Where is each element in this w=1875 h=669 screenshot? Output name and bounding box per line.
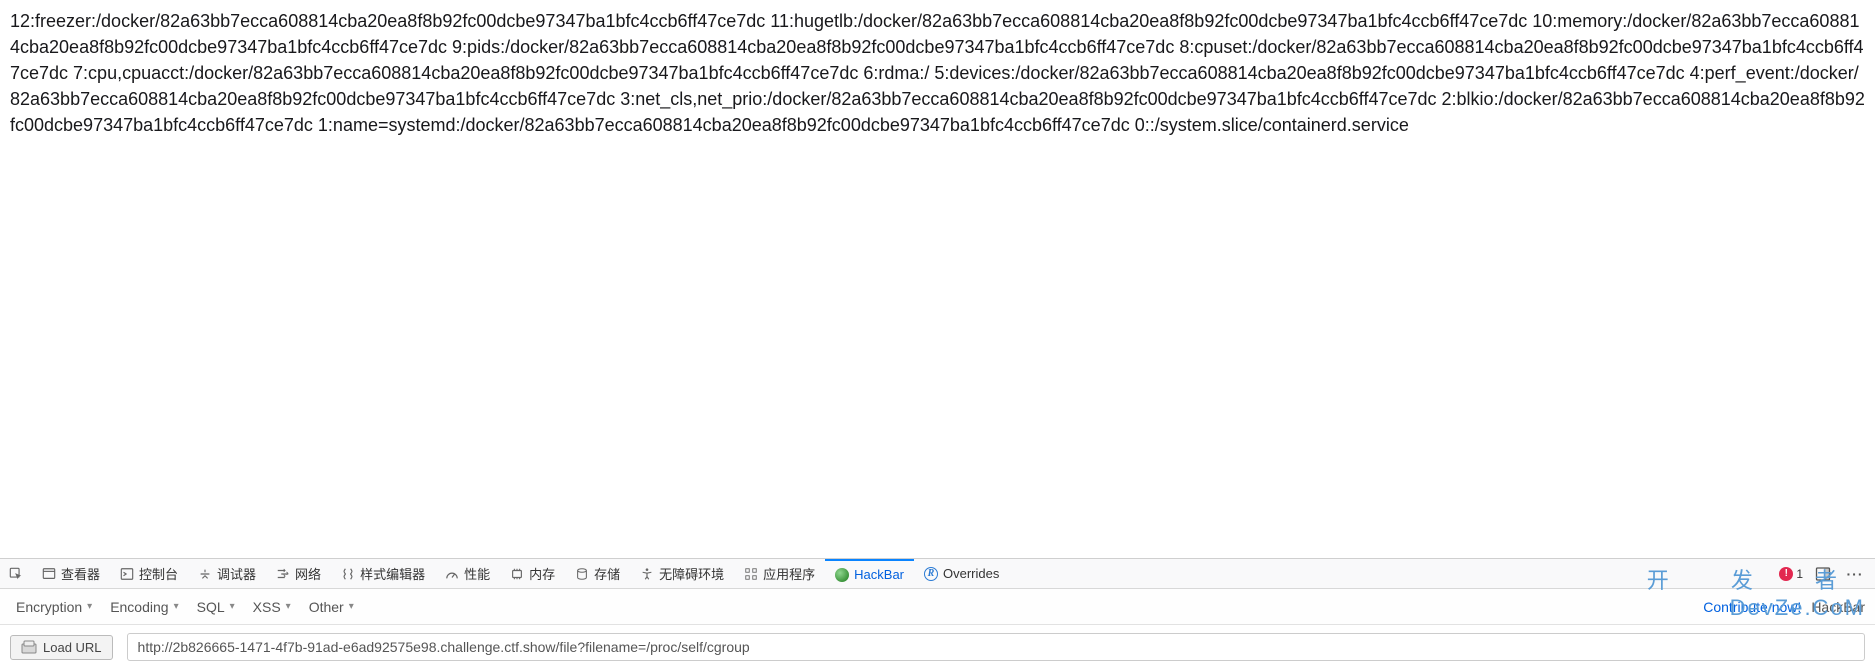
hackbar-brand-label: HackBar [1811, 599, 1865, 615]
menu-label: Other [309, 599, 344, 615]
menu-other[interactable]: Other ▾ [303, 595, 360, 619]
tab-label: 查看器 [61, 564, 100, 583]
menu-label: Encryption [16, 599, 82, 615]
tab-application[interactable]: 应用程序 [734, 559, 825, 588]
tab-label: 存储 [594, 564, 620, 583]
tab-memory[interactable]: 内存 [500, 559, 565, 588]
dock-icon [1815, 566, 1831, 582]
tab-inspector[interactable]: 查看器 [32, 559, 110, 588]
hackbar-url-row: Load URL [0, 625, 1875, 669]
url-input[interactable] [127, 633, 1865, 661]
menu-encryption[interactable]: Encryption ▾ [10, 595, 98, 619]
load-url-button[interactable]: Load URL [10, 635, 113, 660]
caret-down-icon: ▾ [230, 601, 235, 612]
tab-label: 网络 [295, 564, 321, 583]
tab-hackbar[interactable]: HackBar [825, 559, 914, 588]
tab-performance[interactable]: 性能 [435, 559, 500, 588]
error-count-badge[interactable]: ! 1 [1779, 567, 1803, 581]
hackbar-toolbar: Encryption ▾ Encoding ▾ SQL ▾ XSS ▾ Other ▾ C… [0, 589, 1875, 625]
overrides-icon: R [924, 567, 938, 581]
memory-icon [510, 567, 524, 581]
application-icon [744, 567, 758, 581]
console-icon [120, 567, 134, 581]
menu-encoding[interactable]: Encoding ▾ [104, 595, 184, 619]
tab-label: 应用程序 [763, 564, 815, 583]
tab-label: 性能 [464, 564, 490, 583]
devtools-tabbar: 查看器 控制台 调试器 网络 样式编辑器 性能 内存 存储 [0, 559, 1875, 589]
accessibility-icon [640, 567, 654, 581]
tab-storage[interactable]: 存储 [565, 559, 630, 588]
tab-console[interactable]: 控制台 [110, 559, 188, 588]
caret-down-icon: ▾ [174, 601, 179, 612]
network-icon [276, 567, 290, 581]
menu-label: SQL [197, 599, 225, 615]
inspect-element-button[interactable] [0, 559, 32, 588]
window-icon [42, 567, 56, 581]
error-count: 1 [1796, 567, 1803, 581]
caret-down-icon: ▾ [349, 601, 354, 612]
more-options-button[interactable]: ··· [1843, 562, 1867, 586]
caret-down-icon: ▾ [286, 601, 291, 612]
tab-debugger[interactable]: 调试器 [188, 559, 266, 588]
tab-accessibility[interactable]: 无障碍环境 [630, 559, 734, 588]
page-response-body: 12:freezer:/docker/82a63bb7ecca608814cba… [0, 0, 1875, 558]
tab-label: 样式编辑器 [360, 564, 425, 583]
caret-down-icon: ▾ [87, 601, 92, 612]
tab-style-editor[interactable]: 样式编辑器 [331, 559, 435, 588]
tab-label: 调试器 [217, 564, 256, 583]
menu-xss[interactable]: XSS ▾ [247, 595, 297, 619]
style-icon [341, 567, 355, 581]
tab-label: 无障碍环境 [659, 564, 724, 583]
tab-label: Overrides [943, 566, 999, 581]
menu-label: Encoding [110, 599, 168, 615]
tab-network[interactable]: 网络 [266, 559, 331, 588]
load-url-icon [21, 640, 37, 654]
menu-label: XSS [253, 599, 281, 615]
tab-overrides[interactable]: R Overrides [914, 559, 1009, 588]
performance-icon [445, 567, 459, 581]
storage-icon [575, 567, 589, 581]
tab-label: 内存 [529, 564, 555, 583]
tab-label: HackBar [854, 567, 904, 582]
debugger-icon [198, 567, 212, 581]
menu-sql[interactable]: SQL ▾ [191, 595, 241, 619]
devtools-panel: 查看器 控制台 调试器 网络 样式编辑器 性能 内存 存储 [0, 558, 1875, 669]
tab-label: 控制台 [139, 564, 178, 583]
load-url-label: Load URL [43, 640, 102, 655]
contribute-link[interactable]: Contribute now! [1703, 599, 1801, 615]
pick-element-icon [9, 567, 23, 581]
error-icon: ! [1779, 567, 1793, 581]
dock-side-button[interactable] [1811, 562, 1835, 586]
hackbar-icon [835, 568, 849, 582]
